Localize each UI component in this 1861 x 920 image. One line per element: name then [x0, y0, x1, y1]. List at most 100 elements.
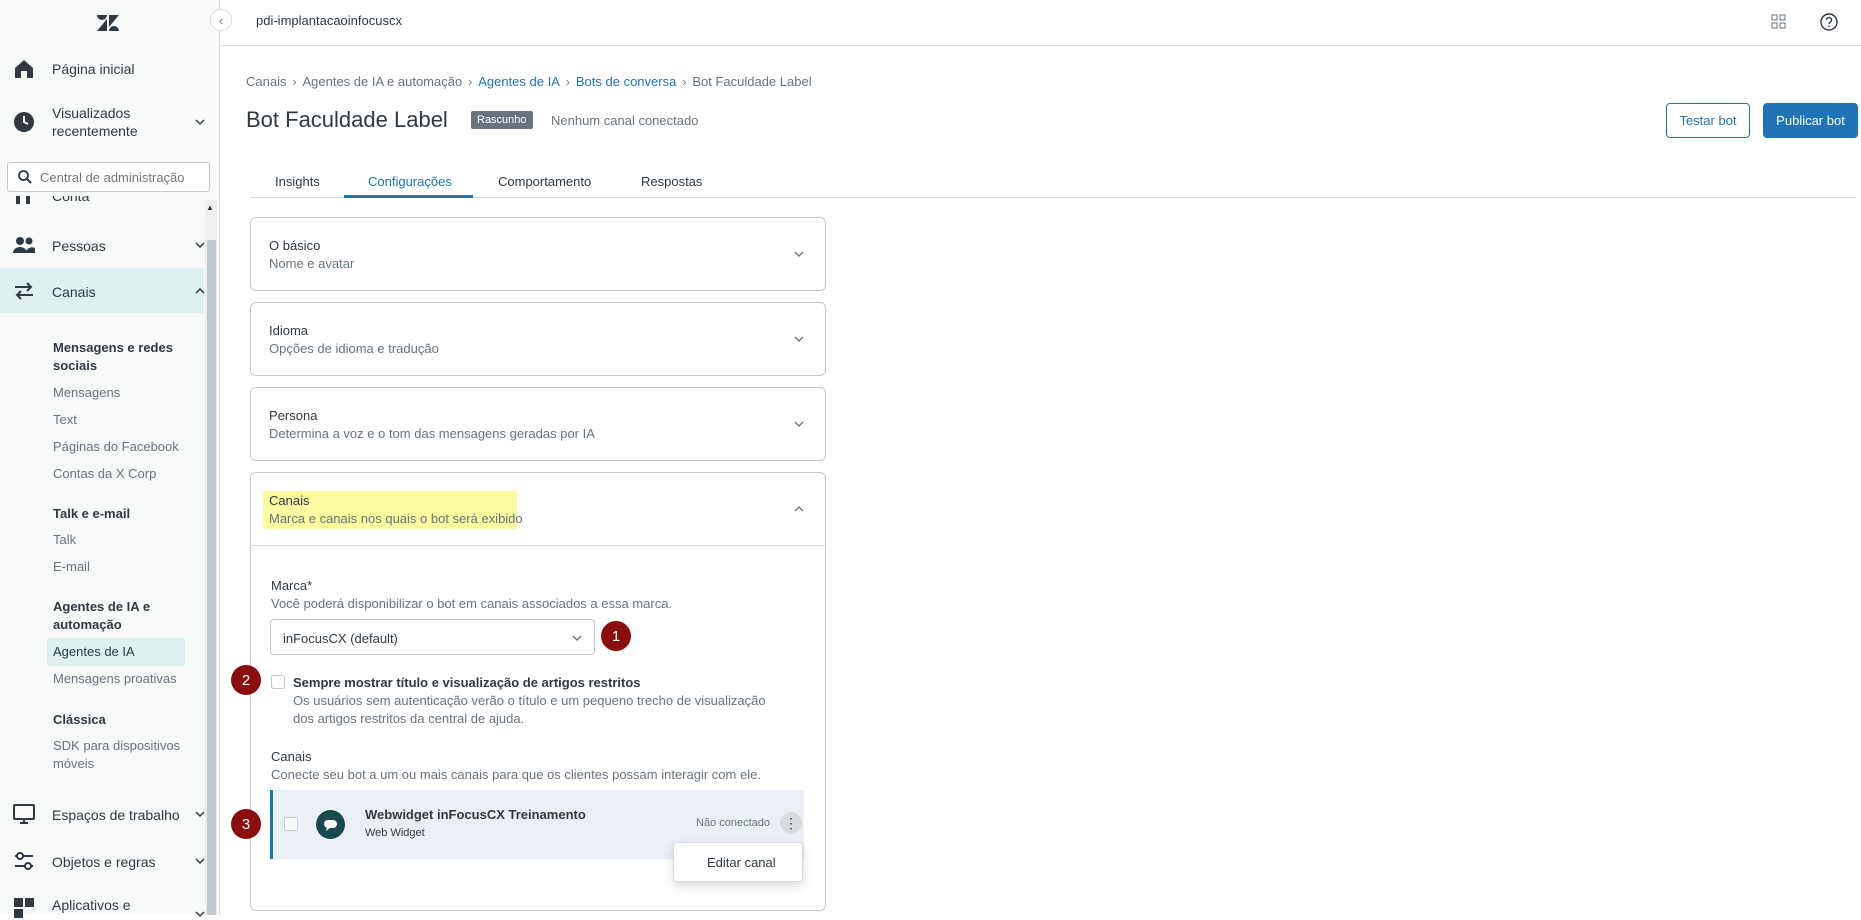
rules-icon	[15, 852, 33, 870]
restricted-articles-description: Os usuários sem autenticação verão o tít…	[293, 693, 766, 726]
group-classic-heading: Clássica	[53, 712, 106, 727]
nav-objects-rules-label: Objetos e regras	[52, 854, 156, 870]
panel-persona-title: Persona	[269, 408, 318, 423]
home-icon	[15, 60, 33, 78]
chevron-down-icon	[794, 251, 804, 257]
nav-apps-label: Aplicativos e	[52, 897, 131, 913]
top-bar: pdi-implantacaoinfocuscx	[220, 0, 1861, 46]
restricted-articles-checkbox[interactable]	[271, 675, 285, 689]
sidebar-item-facebook[interactable]: Páginas do Facebook	[53, 439, 179, 454]
breadcrumb-separator-icon: ›	[682, 74, 687, 89]
breadcrumb-canais[interactable]: Canais	[246, 74, 286, 89]
sidebar-item-mobile-sdk-1[interactable]: SDK para dispositivos	[53, 738, 180, 753]
channels-hint: Conecte seu bot a um ou mais canais para…	[271, 767, 761, 782]
group-messaging-heading-1: Mensagens e redes	[53, 340, 173, 355]
test-bot-button[interactable]: Testar bot	[1666, 103, 1750, 138]
admin-search[interactable]	[7, 162, 210, 192]
sidebar-item-email[interactable]: E-mail	[53, 559, 90, 574]
sidebar-item-x-corp[interactable]: Contas da X Corp	[53, 466, 156, 481]
channel-checkbox[interactable]	[284, 817, 298, 831]
sidebar-item-proactive-messages[interactable]: Mensagens proativas	[53, 671, 177, 686]
chat-bubble-icon	[324, 820, 337, 831]
breadcrumb-ai-automation[interactable]: Agentes de IA e automação	[302, 74, 462, 89]
chevron-down-icon	[794, 336, 804, 342]
nav-apps[interactable]: Aplicativos e	[0, 896, 220, 920]
panel-channels-subtitle: Marca e canais nos quais o bot será exib…	[269, 511, 523, 526]
nav-recently-viewed-label-2: recentemente	[52, 123, 138, 139]
panel-basics[interactable]: O básico Nome e avatar	[250, 217, 826, 291]
connection-status: Nenhum canal conectado	[551, 113, 699, 128]
sidebar-item-text[interactable]: Text	[53, 412, 77, 427]
page-title: Bot Faculdade Label	[246, 107, 448, 132]
group-talk-heading: Talk e e-mail	[53, 506, 131, 521]
menu-item-edit-channel[interactable]: Editar canal	[707, 855, 776, 870]
sidebar-item-agentes-ia[interactable]: Agentes de IA	[53, 644, 135, 659]
chevron-down-icon	[794, 421, 804, 427]
nav-account-label: Conta	[52, 196, 90, 204]
breadcrumb-ai-agents[interactable]: Agentes de IA	[478, 74, 560, 89]
brand-select[interactable]: inFocusCX (default)	[270, 619, 595, 655]
annotation-marker-3: 3	[231, 809, 261, 839]
restricted-articles-label: Sempre mostrar título e visualização de …	[293, 675, 641, 690]
sidebar-item-talk[interactable]: Talk	[53, 532, 76, 547]
tab-answers[interactable]: Respostas	[641, 174, 702, 189]
breadcrumb-current: Bot Faculdade Label	[692, 74, 812, 89]
annotation-marker-1: 1	[601, 621, 631, 651]
panel-basics-subtitle: Nome e avatar	[269, 256, 355, 271]
publish-bot-button[interactable]: Publicar bot	[1763, 103, 1858, 138]
nav-channels-label: Canais	[52, 284, 96, 300]
search-input[interactable]	[40, 168, 205, 186]
chevron-up-icon	[794, 506, 804, 512]
help-icon[interactable]	[1820, 13, 1838, 31]
search-icon	[18, 170, 32, 184]
tab-settings[interactable]: Configurações	[368, 174, 452, 189]
product-tray-icon[interactable]	[1771, 14, 1787, 30]
overflow-menu-icon[interactable]: ⋮	[780, 812, 802, 834]
panel-channels-title: Canais	[269, 493, 310, 508]
panel-language[interactable]: Idioma Opções de idioma e tradução	[250, 302, 826, 376]
nav-home[interactable]: Página inicial	[0, 57, 220, 81]
panel-persona[interactable]: Persona Determina a voz e o tom das mens…	[250, 387, 826, 461]
group-ai-heading-1: Agentes de IA e	[53, 599, 151, 614]
sidebar-item-mensagens[interactable]: Mensagens	[53, 385, 120, 400]
nav-recently-viewed[interactable]: Visualizados recentemente	[0, 104, 220, 140]
brand-label: Marca*	[271, 578, 313, 593]
nav-channels[interactable]: Canais	[0, 279, 220, 303]
nav-people[interactable]: Pessoas	[0, 233, 220, 257]
nav-account[interactable]: Conta	[0, 196, 220, 206]
scroll-up-arrow-icon[interactable]: ▲	[206, 203, 214, 212]
account-name: pdi-implantacaoinfocuscx	[256, 13, 402, 28]
channel-menu: Editar canal	[673, 842, 803, 882]
panel-language-subtitle: Opções de idioma e tradução	[269, 341, 439, 356]
tab-bar: Insights Configurações Comportamento Res…	[250, 170, 1855, 198]
channel-name: Webwidget inFocusCX Treinamento	[365, 807, 586, 822]
tab-insights[interactable]: Insights	[275, 174, 320, 189]
chevron-down-icon	[572, 635, 582, 641]
status-badge: Rascunho	[471, 111, 533, 129]
group-ai-heading-2: automação	[53, 617, 122, 632]
channels-icon	[15, 282, 33, 300]
nav-workspaces-label: Espaços de trabalho	[52, 807, 180, 823]
sidebar-item-mobile-sdk-2[interactable]: móveis	[53, 756, 94, 771]
panel-basics-title: O básico	[269, 238, 321, 253]
brand-hint: Você poderá disponibilizar o bot em cana…	[271, 596, 673, 611]
apps-icon	[14, 898, 34, 918]
collapse-sidebar-button[interactable]: ‹	[210, 9, 232, 31]
sidebar: Página inicial Visualizados recentemente…	[0, 0, 220, 918]
breadcrumb-separator-icon: ›	[292, 74, 297, 89]
active-tab-indicator	[344, 195, 473, 198]
annotation-marker-2: 2	[231, 665, 261, 695]
group-messaging-heading-2: sociais	[53, 358, 98, 373]
nav-objects-rules[interactable]: Objetos e regras	[0, 849, 220, 873]
channel-type: Web Widget	[365, 827, 425, 839]
sidebar-scrollbar-thumb[interactable]	[207, 240, 216, 915]
breadcrumb-separator-icon: ›	[468, 74, 473, 89]
breadcrumb-conversation-bots[interactable]: Bots de conversa	[576, 74, 676, 89]
people-icon	[13, 237, 35, 253]
panel-channels-header[interactable]: Canais Marca e canais nos quais o bot se…	[251, 473, 825, 546]
nav-workspaces[interactable]: Espaços de trabalho	[0, 802, 220, 826]
account-icon	[16, 196, 30, 204]
tab-behavior[interactable]: Comportamento	[498, 174, 591, 189]
zendesk-logo[interactable]	[96, 12, 120, 34]
workspace-icon	[13, 804, 35, 824]
